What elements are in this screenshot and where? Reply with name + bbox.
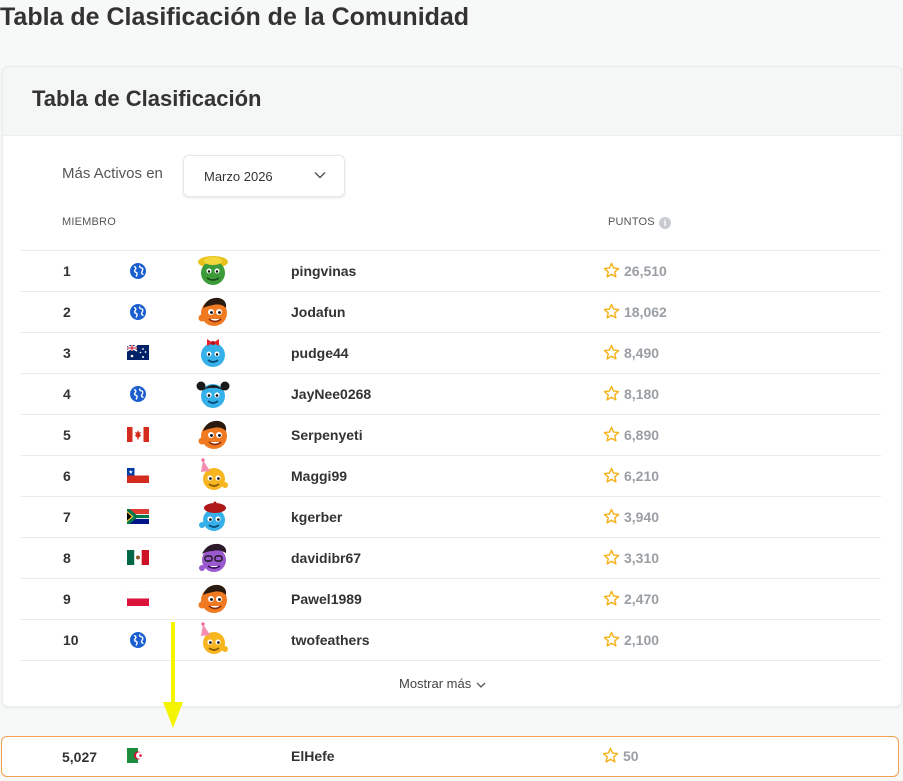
leaderboard-row[interactable]: 1 pingvinas 26,510 — [21, 250, 881, 291]
current-user-name: ElHefe — [291, 748, 335, 764]
avatar[interactable] — [195, 581, 231, 617]
chevron-down-icon — [476, 682, 486, 688]
member-points: 3,310 — [624, 550, 660, 566]
member-name[interactable]: Maggi99 — [291, 468, 347, 484]
row-rank: 6 — [63, 468, 71, 484]
star-icon — [602, 747, 619, 763]
star-icon — [603, 262, 620, 278]
avatar[interactable] — [195, 335, 231, 371]
leaderboard-row[interactable]: 4 JayNee0268 8,180 — [21, 373, 881, 414]
member-name[interactable]: pingvinas — [291, 263, 356, 279]
member-points: 2,470 — [624, 591, 660, 607]
row-rank: 2 — [63, 304, 71, 320]
row-rank: 3 — [63, 345, 71, 361]
member-name[interactable]: Pawel1989 — [291, 591, 362, 607]
filter-label: Más Activos en — [62, 165, 163, 182]
member-name[interactable]: Jodafun — [291, 304, 345, 320]
avatar[interactable] — [195, 540, 231, 576]
star-icon — [603, 426, 620, 442]
leaderboard-list: 1 pingvinas 26,510 2 Jodafun 18,062 3 pudge44 8,… — [21, 250, 881, 661]
leaderboard-row[interactable]: 6 Maggi99 6,210 — [21, 455, 881, 496]
info-icon[interactable]: i — [659, 217, 671, 229]
member-name[interactable]: pudge44 — [291, 345, 349, 361]
leaderboard-row[interactable]: 8 davidibr67 3,310 — [21, 537, 881, 578]
chevron-down-icon — [314, 172, 326, 179]
avatar[interactable] — [195, 458, 231, 494]
leaderboard-row[interactable]: 10 twofeathers 2,100 — [21, 619, 881, 661]
leaderboard-row[interactable]: 5 Serpenyeti 6,890 — [21, 414, 881, 455]
star-icon — [603, 303, 620, 319]
leaderboard-row[interactable]: 3 pudge44 8,490 — [21, 332, 881, 373]
star-icon — [603, 385, 620, 401]
column-header-points: PUNTOS — [608, 216, 655, 228]
member-points: 18,062 — [624, 304, 667, 320]
member-points: 3,940 — [624, 509, 660, 525]
leaderboard-row[interactable]: 9 Pawel1989 2,470 — [21, 578, 881, 619]
show-more-label: Mostrar más — [399, 676, 472, 691]
member-points: 2,100 — [624, 632, 660, 648]
member-points: 6,210 — [624, 468, 660, 484]
leaderboard-card: Tabla de Clasificación Más Activos en Ma… — [2, 66, 902, 707]
avatar[interactable] — [195, 499, 231, 535]
page-title: Tabla de Clasificación de la Comunidad — [0, 3, 470, 31]
row-rank: 1 — [63, 263, 71, 279]
member-points: 26,510 — [624, 263, 667, 279]
column-header-member: MIEMBRO — [62, 216, 116, 228]
star-icon — [603, 508, 620, 524]
current-user-points: 50 — [623, 748, 639, 764]
avatar[interactable] — [195, 622, 231, 658]
member-name[interactable]: Serpenyeti — [291, 427, 363, 443]
row-rank: 10 — [63, 632, 79, 648]
star-icon — [603, 467, 620, 483]
row-rank: 4 — [63, 386, 71, 402]
star-icon — [603, 631, 620, 647]
row-rank: 5 — [63, 427, 71, 443]
show-more-button[interactable]: Mostrar más — [399, 676, 487, 691]
leaderboard-row[interactable]: 2 Jodafun 18,062 — [21, 291, 881, 332]
avatar[interactable] — [195, 253, 231, 289]
member-points: 8,180 — [624, 386, 660, 402]
avatar[interactable] — [195, 294, 231, 330]
member-name[interactable]: twofeathers — [291, 632, 370, 648]
row-rank: 7 — [63, 509, 71, 525]
member-name[interactable]: JayNee0268 — [291, 386, 371, 402]
member-name[interactable]: kgerber — [291, 509, 342, 525]
member-points: 8,490 — [624, 345, 660, 361]
leaderboard-row[interactable]: 7 kgerber 3,940 — [21, 496, 881, 537]
avatar[interactable] — [195, 417, 231, 453]
month-dropdown[interactable]: Marzo 2026 — [183, 155, 345, 197]
current-user-row[interactable]: 5,027 ElHefe 50 — [1, 736, 899, 777]
row-rank: 8 — [63, 550, 71, 566]
current-user-rank: 5,027 — [62, 749, 98, 765]
yellow-arrow-annotation — [163, 622, 183, 728]
member-points: 6,890 — [624, 427, 660, 443]
month-dropdown-value: Marzo 2026 — [204, 169, 273, 184]
row-rank: 9 — [63, 591, 71, 607]
card-title: Tabla de Clasificación — [32, 86, 262, 111]
avatar[interactable] — [195, 376, 231, 412]
star-icon — [603, 549, 620, 565]
member-name[interactable]: davidibr67 — [291, 550, 361, 566]
star-icon — [603, 344, 620, 360]
algeria-flag-icon — [127, 748, 149, 763]
star-icon — [603, 590, 620, 606]
